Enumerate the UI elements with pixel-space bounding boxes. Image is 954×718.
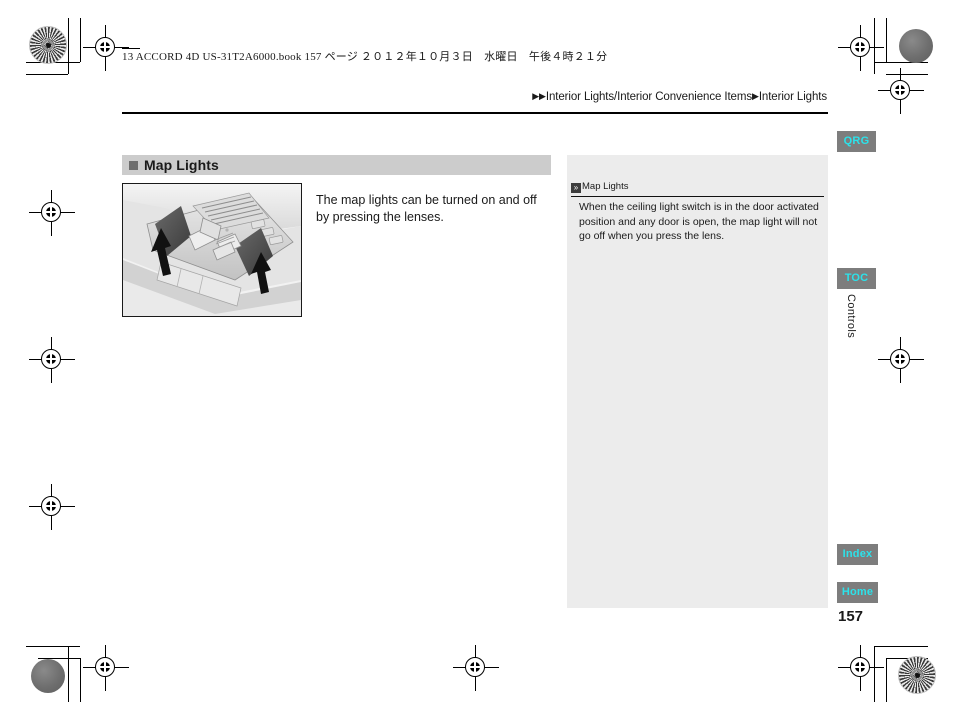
registration-mark-upper-right — [838, 25, 884, 71]
book-info-underline — [122, 48, 140, 49]
page-title: Map Lights — [144, 157, 219, 173]
section-header: Map Lights — [122, 155, 551, 175]
crop-line — [886, 74, 928, 75]
registration-mark-lower-right — [838, 645, 884, 691]
note-heading-label: Map Lights — [582, 181, 629, 192]
registration-mark-bottom-center — [453, 645, 499, 691]
crop-line — [68, 18, 69, 74]
registration-mark-middle-right — [878, 337, 924, 383]
double-chevron-icon: » — [571, 183, 581, 193]
crop-line — [26, 74, 68, 75]
registration-mark-left-edge — [29, 484, 75, 530]
crop-line — [874, 646, 928, 647]
crop-line — [886, 658, 887, 702]
note-divider — [571, 196, 824, 198]
registration-mark-lower-left — [83, 645, 129, 691]
body-paragraph: The map lights can be turned on and off … — [316, 192, 537, 224]
header-rule — [122, 112, 828, 114]
breadcrumb: ▶▶Interior Lights/Interior Convenience I… — [532, 91, 827, 103]
tab-toc[interactable]: TOC — [837, 268, 876, 289]
breadcrumb-double-arrow-icon: ▶▶ — [532, 91, 546, 101]
crop-line — [26, 646, 80, 647]
breadcrumb-parent[interactable]: Interior Lights/Interior Convenience Ite… — [546, 91, 752, 103]
note-heading: » Map Lights — [571, 181, 628, 193]
tab-home[interactable]: Home — [837, 582, 878, 603]
crop-line — [80, 18, 81, 62]
registration-mark-top-left — [29, 190, 75, 236]
density-dot-target — [899, 29, 933, 63]
chapter-label: Controls — [845, 294, 857, 339]
book-file-info: 13 ACCORD 4D US-31T2A6000.book 157 ページ ２… — [122, 51, 608, 63]
crop-line — [80, 658, 81, 702]
crop-line — [886, 18, 887, 62]
registration-mark-middle-left — [29, 337, 75, 383]
page-number: 157 — [838, 608, 864, 625]
crop-line — [874, 18, 875, 74]
tab-index[interactable]: Index — [837, 544, 878, 565]
filled-square-icon — [129, 161, 138, 170]
note-panel: » Map Lights When the ceiling light switc… — [567, 155, 828, 608]
halftone-star-target — [29, 26, 67, 64]
crop-line — [68, 646, 69, 702]
breadcrumb-current[interactable]: Interior Lights — [759, 91, 827, 103]
breadcrumb-single-arrow-icon: ▶ — [751, 91, 759, 101]
overhead-console-map-lights-illustration — [122, 183, 302, 317]
halftone-star-target — [898, 656, 936, 694]
crop-line — [874, 646, 875, 702]
note-text: When the ceiling light switch is in the … — [579, 201, 819, 242]
tab-qrg[interactable]: QRG — [837, 131, 876, 152]
density-dot-target — [31, 659, 65, 693]
